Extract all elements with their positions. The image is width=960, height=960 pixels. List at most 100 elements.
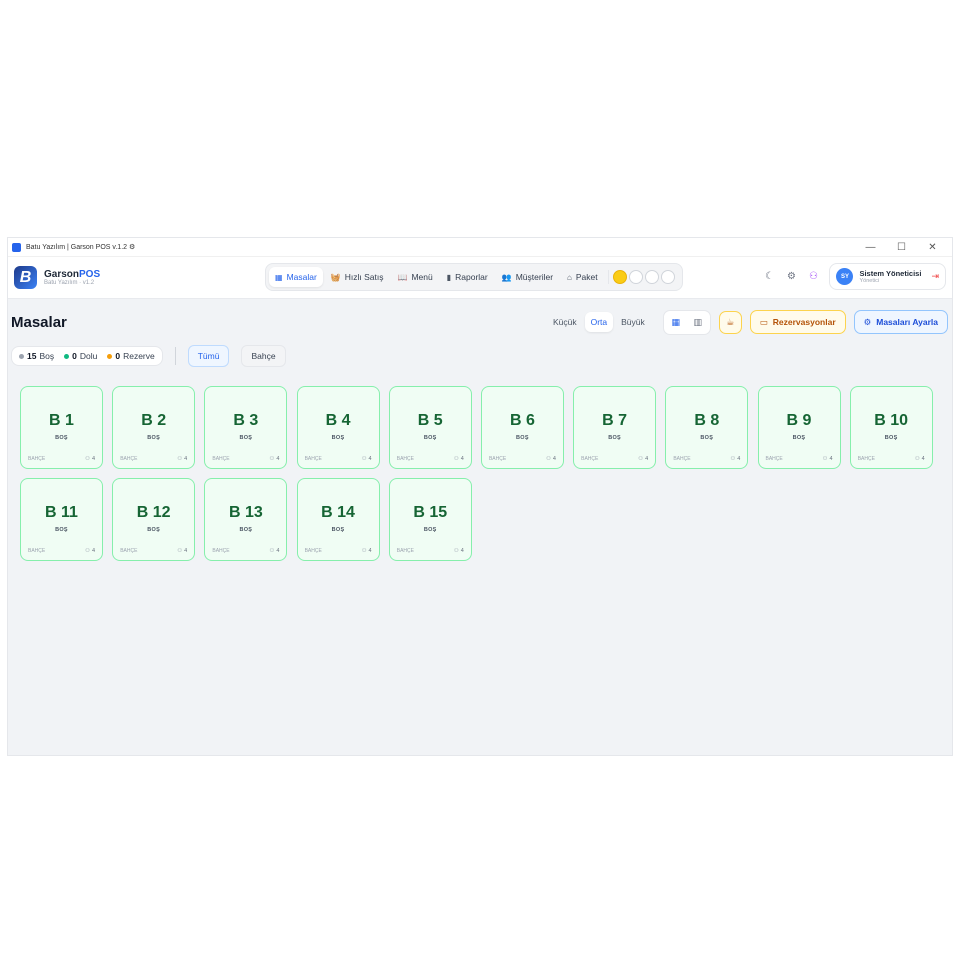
reservations-button[interactable]: ▭ Rezervasyonlar bbox=[749, 310, 846, 334]
table-card[interactable]: B 7 BOŞ BAHÇE ⚇ 4 bbox=[573, 386, 657, 469]
partner-logo-icon[interactable] bbox=[644, 270, 659, 284]
page-toolbar: Masalar Küçük Orta Büyük ▦ ▥ ☕ ▭ Rezerva… bbox=[11, 308, 948, 336]
brand-logo[interactable]: B GarsonPOS Batu Yazılım · v1.2 bbox=[14, 266, 264, 289]
stat-count: 0 bbox=[115, 351, 121, 361]
table-settings-button[interactable]: ⚙ Masaları Ayarla bbox=[853, 310, 948, 334]
partner-logo-icon[interactable] bbox=[628, 270, 643, 284]
table-card[interactable]: B 10 BOŞ BAHÇE ⚇ 4 bbox=[849, 386, 933, 469]
nav-quick-sale[interactable]: 🧺 Hızlı Satış bbox=[325, 267, 390, 287]
nav-menu[interactable]: 📖 Menü bbox=[392, 267, 439, 287]
user-menu[interactable]: SY Sistem Yöneticisi Yönetici ⇥ bbox=[829, 263, 946, 290]
table-status: BOŞ bbox=[423, 527, 437, 533]
stat-reserved: 0 Rezerve bbox=[107, 351, 155, 361]
status-dot-icon bbox=[107, 353, 113, 359]
brand-name: GarsonPOS bbox=[44, 269, 100, 280]
partner-logo-icon[interactable] bbox=[660, 270, 675, 284]
maximize-icon[interactable]: ☐ bbox=[886, 238, 917, 257]
table-card[interactable]: B 11 BOŞ BAHÇE ⚇ 4 bbox=[20, 478, 103, 561]
page-title: Masalar bbox=[11, 313, 67, 331]
table-card[interactable]: B 12 BOŞ BAHÇE ⚇ 4 bbox=[112, 478, 196, 561]
table-status: BOŞ bbox=[239, 527, 253, 533]
app-window: Batu Yazılım | Garson POS v.1.2 ⚙ — ☐ ✕ … bbox=[7, 237, 953, 756]
nav-package[interactable]: ⌂ Paket bbox=[561, 267, 604, 287]
table-area: BAHÇE bbox=[212, 548, 230, 554]
table-name: B 9 bbox=[786, 412, 812, 429]
table-name: B 2 bbox=[141, 412, 167, 429]
nav-customers[interactable]: 👥 Müşteriler bbox=[496, 267, 559, 287]
nav-tables[interactable]: ▦ Masalar bbox=[269, 267, 323, 287]
area-filter-garden[interactable]: Bahçe bbox=[241, 345, 286, 367]
table-card[interactable]: B 5 BOŞ BAHÇE ⚇ 4 bbox=[388, 386, 472, 469]
table-name: B 1 bbox=[49, 412, 74, 429]
nav-label: Hızlı Satış bbox=[344, 272, 384, 282]
table-card[interactable]: B 13 BOŞ BAHÇE ⚇ 4 bbox=[204, 478, 288, 561]
capacity-value: 4 bbox=[184, 456, 188, 462]
app-header: B GarsonPOS Batu Yazılım · v1.2 ▦ Masalar… bbox=[8, 257, 952, 299]
status-summary: 15 Boş 0 Dolu 0 Rezerve bbox=[11, 346, 163, 366]
close-icon[interactable]: ✕ bbox=[917, 238, 948, 257]
table-card[interactable]: B 9 BOŞ BAHÇE ⚇ 4 bbox=[757, 386, 841, 469]
window-titlebar: Batu Yazılım | Garson POS v.1.2 ⚙ — ☐ ✕ bbox=[8, 238, 952, 257]
table-status: BOŞ bbox=[147, 527, 161, 533]
stat-empty: 15 Boş bbox=[19, 351, 54, 361]
coffee-cup-icon[interactable]: ☕ bbox=[718, 310, 742, 334]
brand-text: GarsonPOS Batu Yazılım · v1.2 bbox=[44, 269, 100, 286]
table-card[interactable]: B 1 BOŞ BAHÇE ⚇ 4 bbox=[20, 386, 103, 469]
table-capacity: ⚇ 4 bbox=[362, 548, 372, 554]
table-card[interactable]: B 4 BOŞ BAHÇE ⚇ 4 bbox=[296, 386, 380, 469]
bar-chart-icon: ▮ bbox=[446, 272, 452, 282]
book-icon: 📖 bbox=[397, 272, 408, 282]
header-tools: ☾ ⚙ ⚇ SY Sistem Yöneticisi Yönetici ⇥ bbox=[763, 263, 946, 290]
table-name: B 6 bbox=[509, 412, 535, 429]
table-name: B 15 bbox=[413, 504, 448, 521]
table-card[interactable]: B 14 BOŞ BAHÇE ⚇ 4 bbox=[296, 478, 380, 561]
table-capacity: ⚇ 4 bbox=[269, 548, 279, 554]
table-grid: B 1 BOŞ BAHÇE ⚇ 4 B 2 BOŞ BAHÇE ⚇ 4 B 3 BOŞ BAHÇE ⚇ 4 B… bbox=[20, 386, 933, 561]
users-icon: ⚇ bbox=[822, 456, 828, 462]
table-status: BOŞ bbox=[608, 435, 622, 441]
users-icon: ⚇ bbox=[638, 456, 644, 462]
map-view-icon[interactable]: ▥ bbox=[688, 313, 708, 332]
table-name: B 10 bbox=[874, 412, 909, 429]
capacity-value: 4 bbox=[921, 456, 925, 462]
gear-icon: ⚙ bbox=[863, 316, 872, 327]
nav-reports[interactable]: ▮ Raporlar bbox=[441, 267, 494, 287]
logo-mark-icon: B bbox=[14, 266, 37, 289]
size-small-button[interactable]: Küçük bbox=[547, 312, 583, 332]
table-card[interactable]: B 3 BOŞ BAHÇE ⚇ 4 bbox=[204, 386, 288, 469]
logout-icon[interactable]: ⇥ bbox=[931, 271, 939, 282]
users-icon: ⚇ bbox=[914, 456, 920, 462]
table-capacity: ⚇ 4 bbox=[730, 456, 740, 462]
users-icon: ⚇ bbox=[361, 548, 367, 554]
size-large-button[interactable]: Büyük bbox=[615, 312, 651, 332]
moon-icon[interactable]: ☾ bbox=[763, 271, 775, 282]
area-filter-all[interactable]: Tümü bbox=[187, 345, 230, 367]
table-card[interactable]: B 8 BOŞ BAHÇE ⚇ 4 bbox=[665, 386, 749, 469]
table-status: BOŞ bbox=[331, 527, 345, 533]
capacity-value: 4 bbox=[276, 548, 280, 554]
table-card[interactable]: B 6 BOŞ BAHÇE ⚇ 4 bbox=[480, 386, 564, 469]
table-name: B 13 bbox=[228, 504, 263, 521]
partner-logo-icon[interactable] bbox=[612, 270, 627, 284]
users-icon[interactable]: ⚇ bbox=[807, 271, 819, 282]
capacity-value: 4 bbox=[91, 548, 95, 554]
stat-label: Rezerve bbox=[123, 351, 155, 361]
stat-count: 15 bbox=[27, 351, 37, 361]
table-area: BAHÇE bbox=[304, 456, 322, 462]
capacity-value: 4 bbox=[737, 456, 741, 462]
size-medium-button[interactable]: Orta bbox=[584, 312, 614, 332]
table-area: BAHÇE bbox=[28, 456, 46, 462]
table-area: BAHÇE bbox=[120, 456, 138, 462]
capacity-value: 4 bbox=[829, 456, 833, 462]
app-icon bbox=[12, 242, 21, 252]
brand-name-main: Garson bbox=[44, 269, 80, 280]
table-card[interactable]: B 2 BOŞ BAHÇE ⚇ 4 bbox=[112, 386, 196, 469]
grid-view-icon[interactable]: ▦ bbox=[666, 313, 686, 332]
gear-icon[interactable]: ⚙ bbox=[785, 271, 797, 282]
table-capacity: ⚇ 4 bbox=[454, 456, 464, 462]
table-card[interactable]: B 15 BOŞ BAHÇE ⚇ 4 bbox=[388, 478, 472, 561]
table-status: BOŞ bbox=[239, 435, 253, 441]
reservations-label: Rezervasyonlar bbox=[772, 317, 836, 327]
minimize-icon[interactable]: — bbox=[855, 238, 886, 257]
users-icon: ⚇ bbox=[85, 548, 90, 554]
